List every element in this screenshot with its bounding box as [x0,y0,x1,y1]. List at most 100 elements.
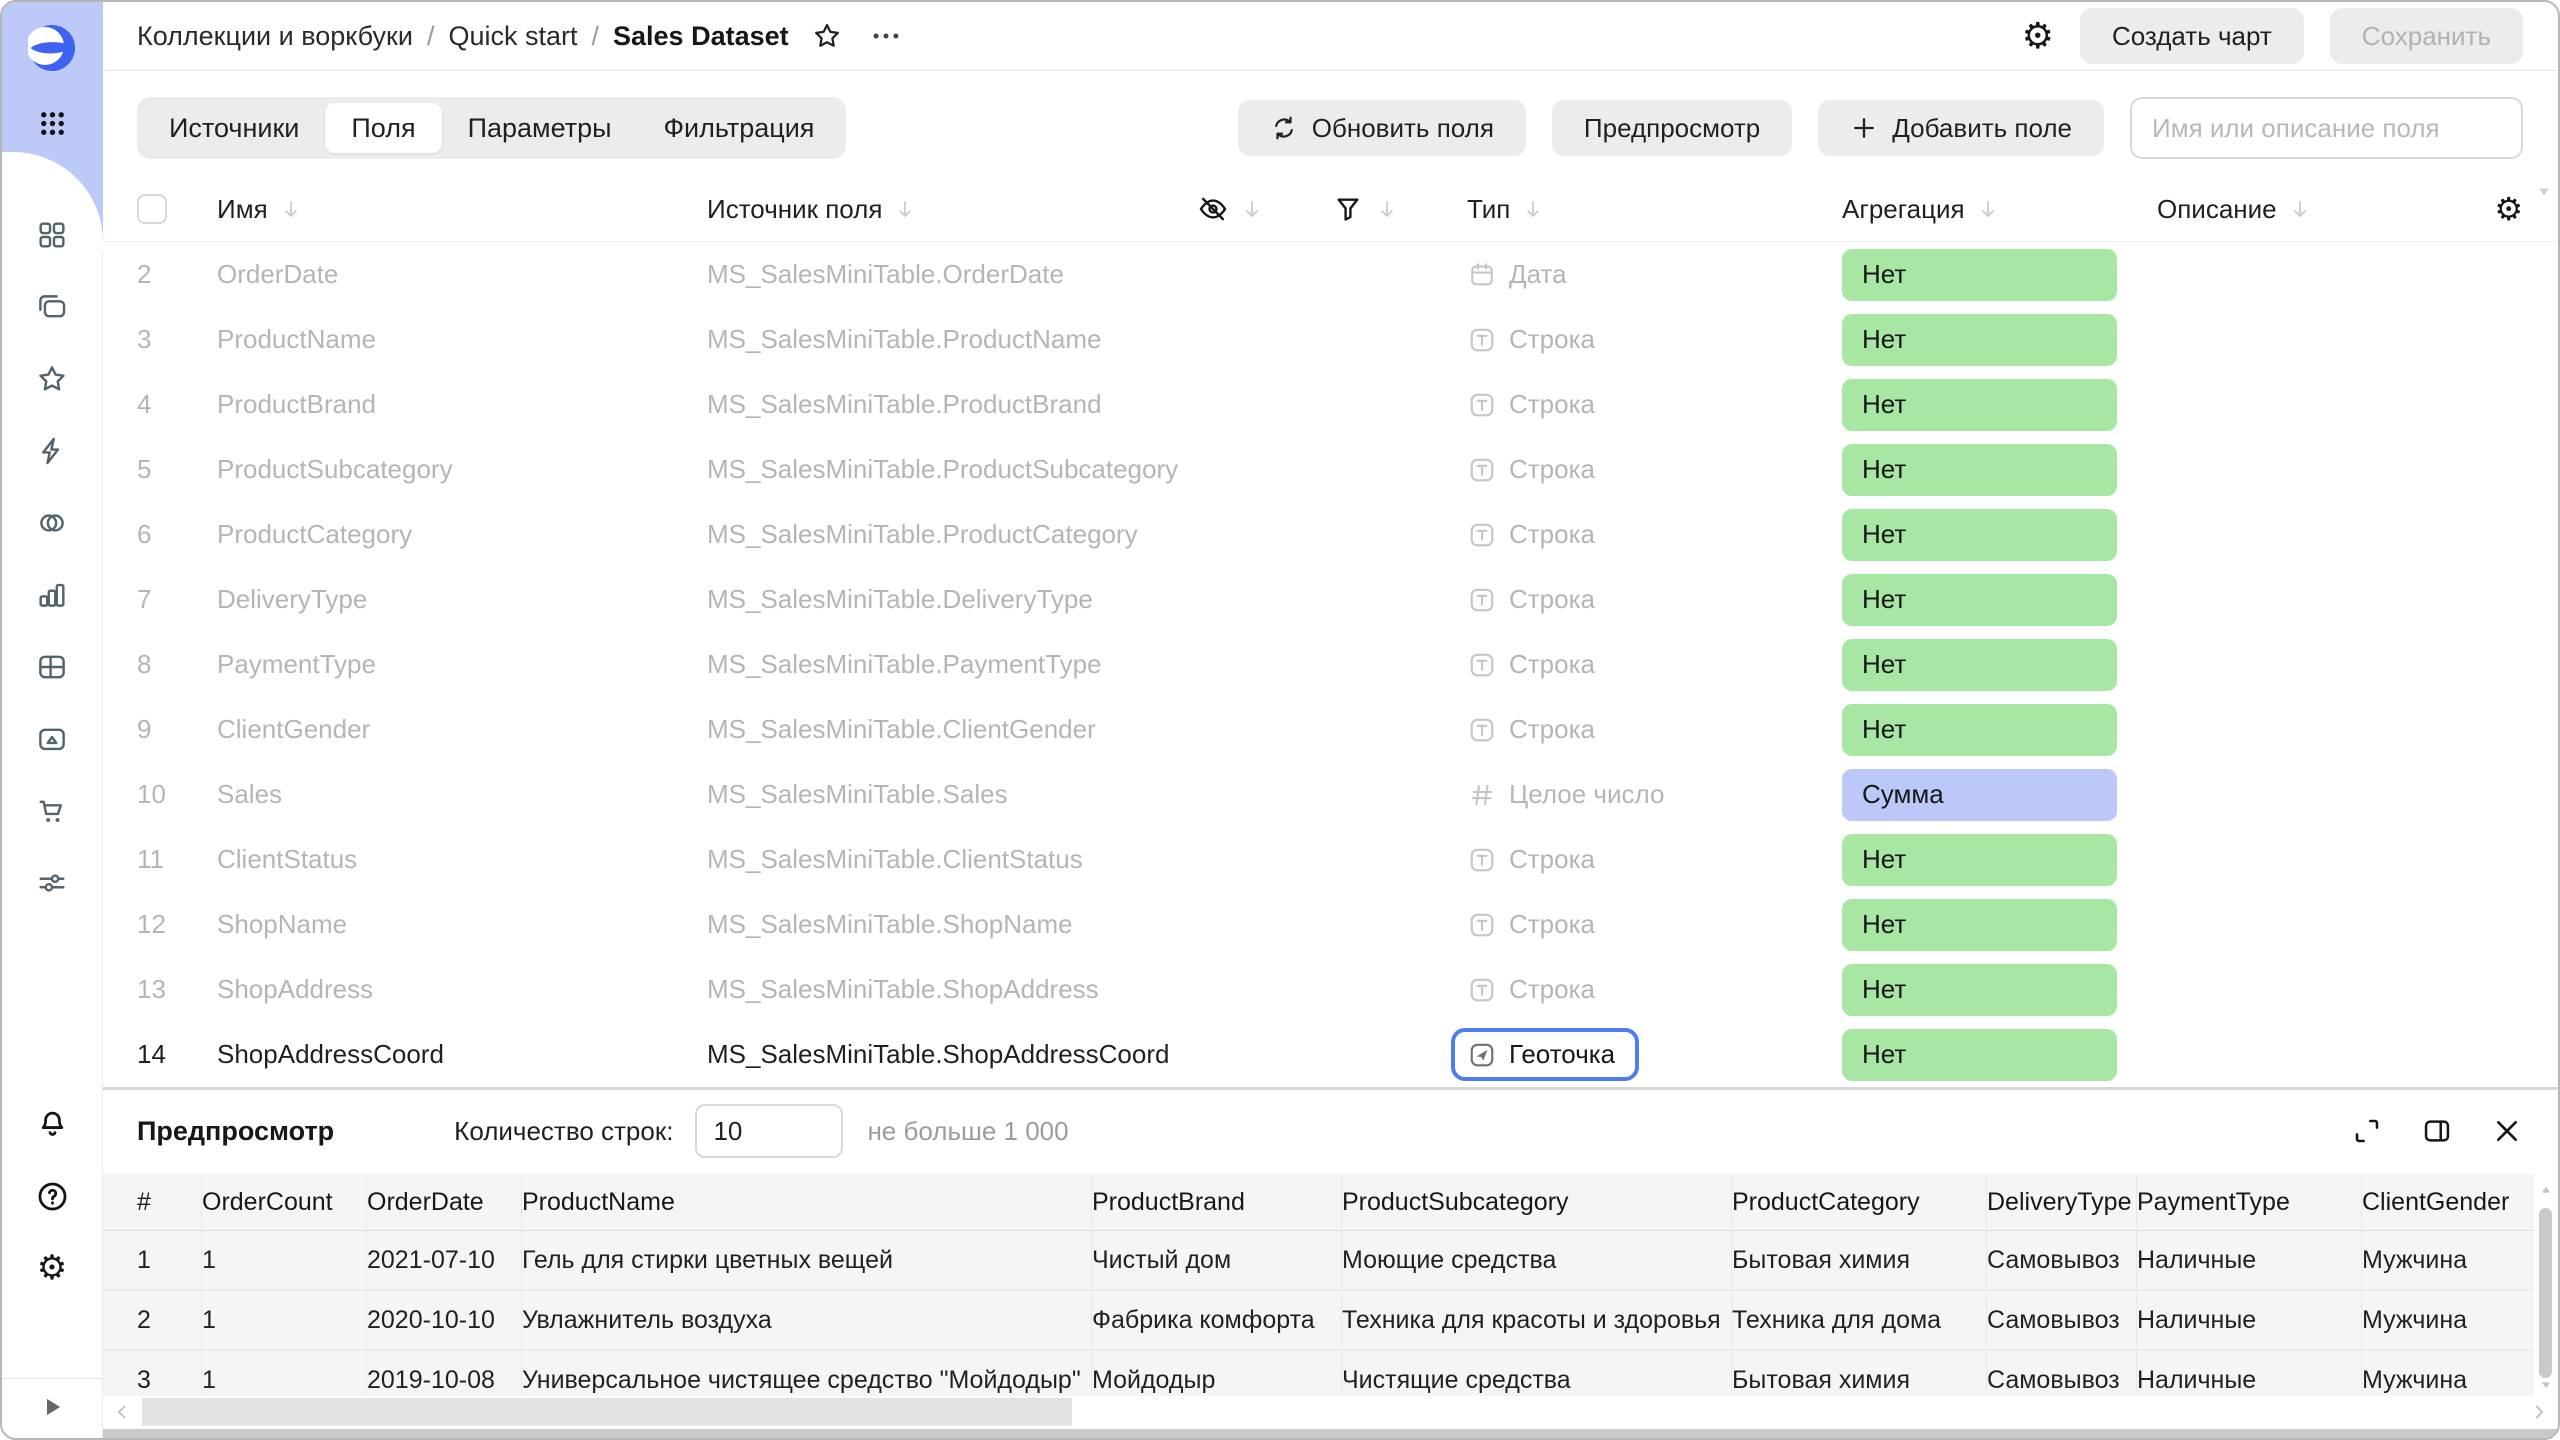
field-type-select[interactable]: Строка [1467,454,1595,485]
field-type-select[interactable]: Геоточка [1451,1028,1639,1081]
sidebar-item-tables[interactable] [24,639,80,695]
sidebar-item-marketplace[interactable] [24,783,80,839]
table-row[interactable]: 13ShopAddressMS_SalesMiniTable.ShopAddre… [103,957,2558,1022]
aggregation-badge[interactable]: Нет [1842,314,2117,366]
tab-filtering[interactable]: Фильтрация [638,103,841,153]
scroll-down-icon[interactable] [2538,1377,2554,1393]
sidebar-item-notifications[interactable] [24,1096,80,1152]
field-type-select[interactable]: Строка [1467,844,1595,875]
field-type-select[interactable]: Строка [1467,974,1595,1005]
aggregation-badge[interactable]: Нет [1842,899,2117,951]
column-header-type[interactable]: Тип [1467,194,1842,225]
field-type-select[interactable]: Строка [1467,714,1595,745]
aggregation-badge[interactable]: Нет [1842,444,2117,496]
field-type-select[interactable]: Строка [1467,649,1595,680]
tab-fields[interactable]: Поля [325,103,441,153]
scroll-left-icon[interactable] [111,1401,133,1423]
sidebar-item-settings[interactable]: ⚙ [24,1240,80,1296]
sort-icon[interactable] [1975,196,2001,222]
aggregation-badge[interactable]: Сумма [1842,769,2117,821]
sort-icon[interactable] [1520,196,1546,222]
table-row[interactable]: 12ShopNameMS_SalesMiniTable.ShopNameСтро… [103,892,2558,957]
save-button[interactable]: Сохранить [2330,8,2523,64]
sort-icon[interactable] [278,196,304,222]
tab-parameters[interactable]: Параметры [442,103,638,153]
field-type-select[interactable]: Строка [1467,389,1595,420]
table-row[interactable]: 6ProductCategoryMS_SalesMiniTable.Produc… [103,502,2558,567]
column-header-aggregation[interactable]: Агрегация [1842,194,2157,225]
scroll-up-icon[interactable] [2534,182,2554,202]
expand-preview-icon[interactable] [2351,1115,2383,1147]
aggregation-badge[interactable]: Нет [1842,964,2117,1016]
datalens-logo-icon[interactable] [28,24,76,72]
apps-grid-icon[interactable] [35,106,70,141]
sidebar-item-services[interactable] [24,495,80,551]
preview-button[interactable]: Предпросмотр [1552,100,1792,156]
favorite-star-icon[interactable] [811,20,843,52]
table-row[interactable]: 5ProductSubcategoryMS_SalesMiniTable.Pro… [103,437,2558,502]
sidebar-item-dashboards[interactable] [24,207,80,263]
column-header-description[interactable]: Описание [2157,194,2452,225]
add-field-button[interactable]: Добавить поле [1818,100,2104,156]
table-row[interactable]: 4ProductBrandMS_SalesMiniTable.ProductBr… [103,372,2558,437]
preview-vertical-scrollbar[interactable] [2536,1182,2556,1393]
refresh-fields-button[interactable]: Обновить поля [1238,100,1526,156]
rows-count-input[interactable] [695,1104,843,1158]
column-header-filter[interactable] [1332,193,1467,225]
table-row[interactable]: 14ShopAddressCoordMS_SalesMiniTable.Shop… [103,1022,2558,1087]
field-search-input[interactable] [2130,97,2523,159]
scroll-up-icon[interactable] [2538,1182,2554,1198]
preview-horizontal-scrollbar[interactable] [103,1396,2558,1428]
table-row[interactable]: 2OrderDateMS_SalesMiniTable.OrderDateДат… [103,242,2558,307]
column-header-name[interactable]: Имя [217,194,707,225]
sort-icon[interactable] [2287,196,2313,222]
sidebar-item-favorites[interactable] [24,351,80,407]
aggregation-badge[interactable]: Нет [1842,834,2117,886]
split-view-icon[interactable] [2421,1115,2453,1147]
scrollbar-thumb[interactable] [2539,1208,2552,1378]
table-row[interactable]: 8PaymentTypeMS_SalesMiniTable.PaymentTyp… [103,632,2558,697]
scroll-right-icon[interactable] [2528,1401,2550,1423]
sidebar-item-charts[interactable] [24,567,80,623]
column-header-hidden[interactable] [1197,193,1332,225]
sort-icon[interactable] [1374,196,1400,222]
sort-icon[interactable] [892,196,918,222]
field-type-select[interactable]: Целое число [1467,779,1664,810]
field-type-select[interactable]: Строка [1467,519,1595,550]
create-chart-button[interactable]: Создать чарт [2080,8,2304,64]
aggregation-badge[interactable]: Нет [1842,249,2117,301]
table-row[interactable]: 10SalesMS_SalesMiniTable.SalesЦелое числ… [103,762,2558,827]
aggregation-badge[interactable]: Нет [1842,704,2117,756]
sidebar-item-pipelines[interactable] [24,855,80,911]
tab-sources[interactable]: Источники [143,103,325,153]
table-row[interactable]: 11ClientStatusMS_SalesMiniTable.ClientSt… [103,827,2558,892]
breadcrumb-collections[interactable]: Коллекции и воркбуки [137,21,413,52]
table-row[interactable]: 7DeliveryTypeMS_SalesMiniTable.DeliveryT… [103,567,2558,632]
scrollbar-thumb[interactable] [142,1398,1072,1426]
sidebar-item-collections[interactable] [24,279,80,335]
sidebar-item-automation[interactable] [24,423,80,479]
sidebar-item-help[interactable] [24,1168,80,1224]
sidebar-item-storage[interactable] [24,711,80,767]
dataset-settings-gear-icon[interactable]: ⚙ [2022,18,2054,54]
aggregation-badge[interactable]: Нет [1842,574,2117,626]
aggregation-badge[interactable]: Нет [1842,1029,2117,1081]
field-type-select[interactable]: Строка [1467,909,1595,940]
sidebar-expand-button[interactable] [2,1378,102,1434]
field-type-select[interactable]: Дата [1467,259,1567,290]
table-row[interactable]: 9ClientGenderMS_SalesMiniTable.ClientGen… [103,697,2558,762]
close-preview-icon[interactable] [2491,1115,2523,1147]
sort-icon[interactable] [1239,196,1265,222]
table-row[interactable]: 3ProductNameMS_SalesMiniTable.ProductNam… [103,307,2558,372]
field-source: MS_SalesMiniTable.ClientGender [707,714,1096,745]
more-options-icon[interactable] [869,19,903,53]
aggregation-badge[interactable]: Нет [1842,509,2117,561]
select-all-checkbox[interactable] [137,194,167,224]
aggregation-badge[interactable]: Нет [1842,639,2117,691]
field-type-select[interactable]: Строка [1467,584,1595,615]
field-type-select[interactable]: Строка [1467,324,1595,355]
aggregation-badge[interactable]: Нет [1842,379,2117,431]
columns-settings-gear-icon[interactable]: ⚙ [2494,193,2523,225]
breadcrumb-workbook[interactable]: Quick start [448,21,577,52]
column-header-source[interactable]: Источник поля [707,194,1197,225]
